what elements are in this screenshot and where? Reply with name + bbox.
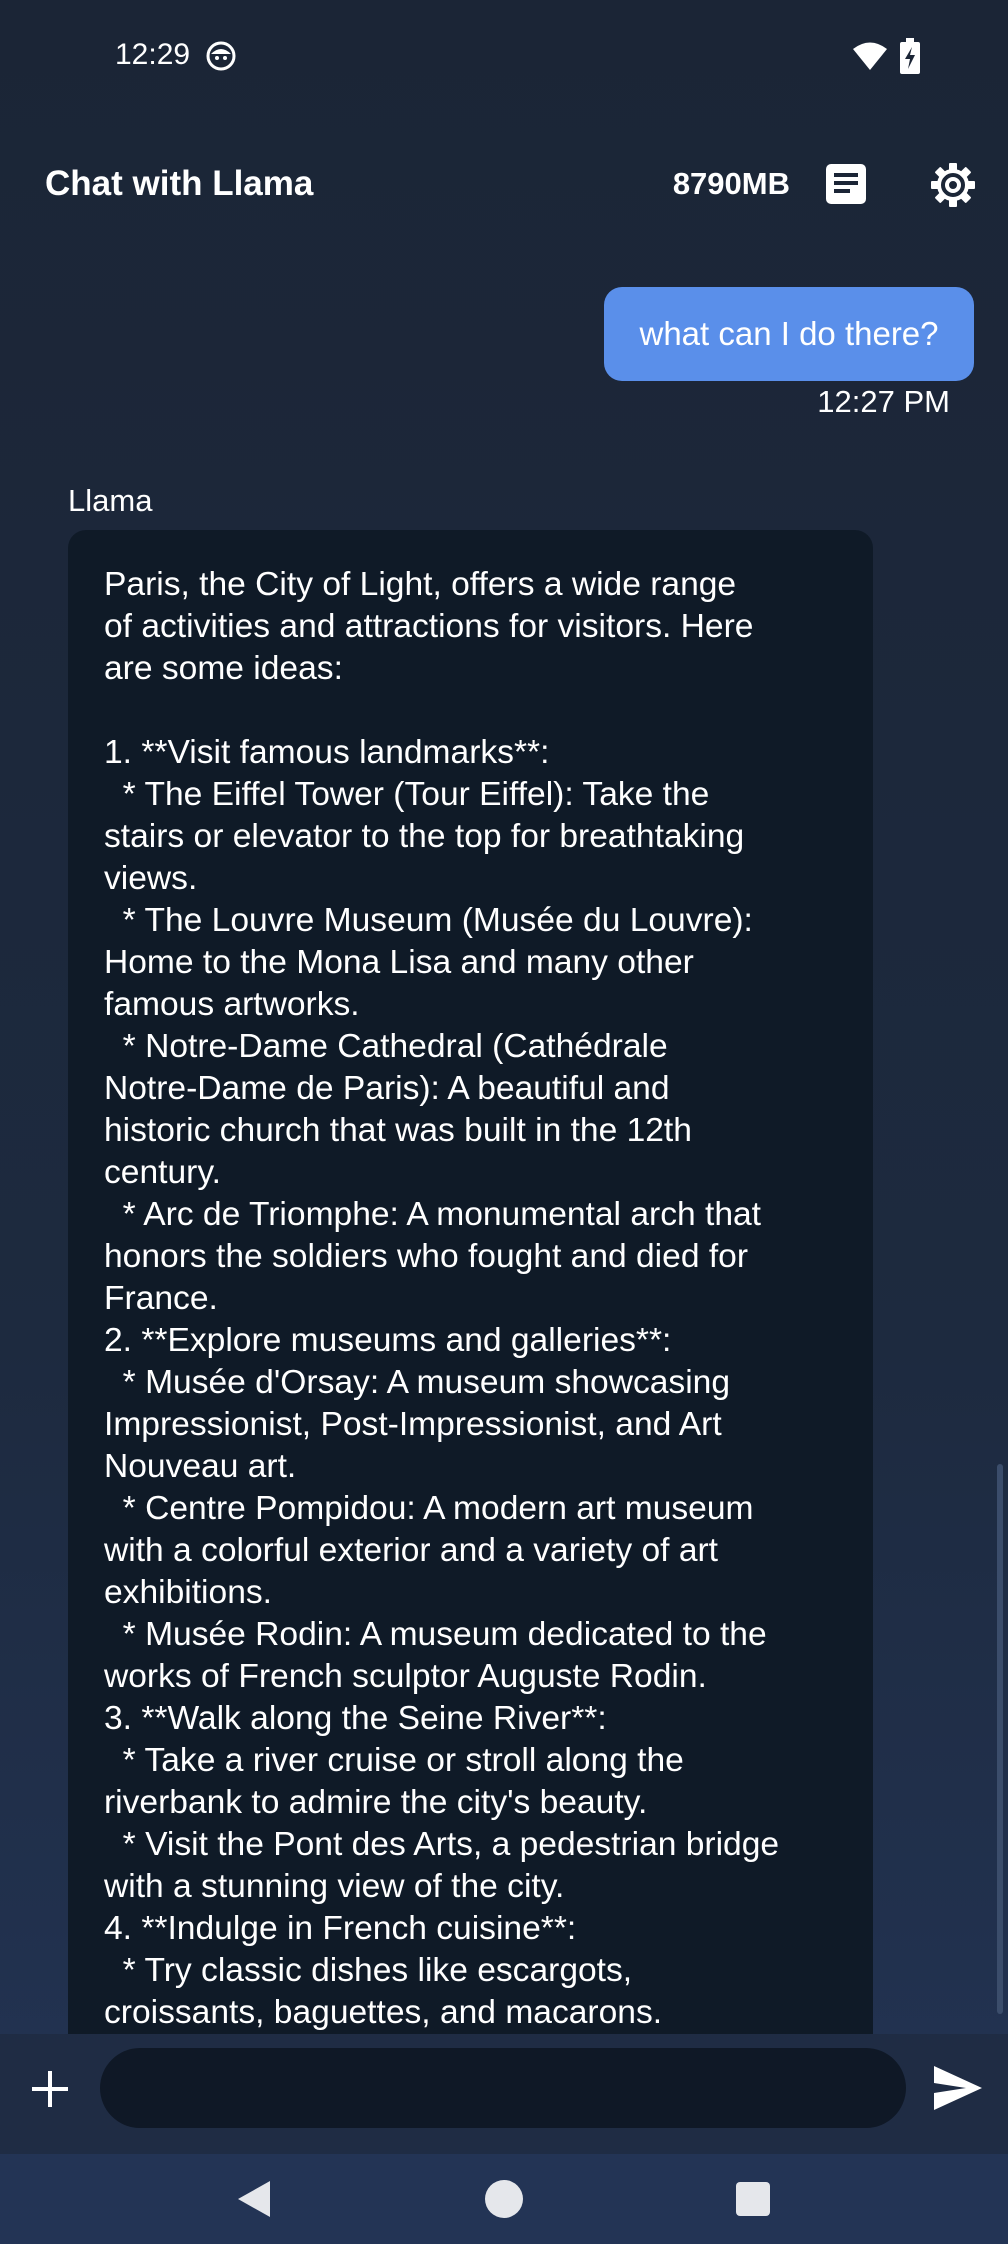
assistant-message-bubble[interactable]: Paris, the City of Light, offers a wide … [68,530,873,2040]
battery-charging-icon [900,38,920,74]
message-input[interactable] [100,2048,906,2128]
status-bar: 12:29 [0,0,1008,114]
assistant-message-text: Paris, the City of Light, offers a wide … [104,566,780,2031]
status-time: 12:29 [115,38,191,71]
scrollbar[interactable] [997,1464,1003,2014]
wifi-icon [853,42,887,70]
message-composer [0,2034,1008,2154]
user-message-text: what can I do there? [639,315,939,352]
home-icon[interactable] [484,2179,524,2219]
app-bar: Chat with Llama 8790MB [0,150,1008,220]
gear-icon[interactable] [929,161,977,209]
recents-icon[interactable] [735,2181,771,2217]
user-message-bubble[interactable]: what can I do there? [604,287,974,381]
back-icon[interactable] [232,2177,276,2221]
document-icon[interactable] [824,162,868,206]
plus-icon[interactable] [28,2067,72,2111]
app-title: Chat with Llama [45,164,314,203]
face-icon [206,41,236,71]
send-icon[interactable] [932,2064,984,2112]
assistant-sender-name: Llama [68,483,153,518]
memory-usage: 8790MB [672,166,790,201]
navigation-bar [0,2154,1008,2244]
user-message-time: 12:27 PM [817,384,950,419]
